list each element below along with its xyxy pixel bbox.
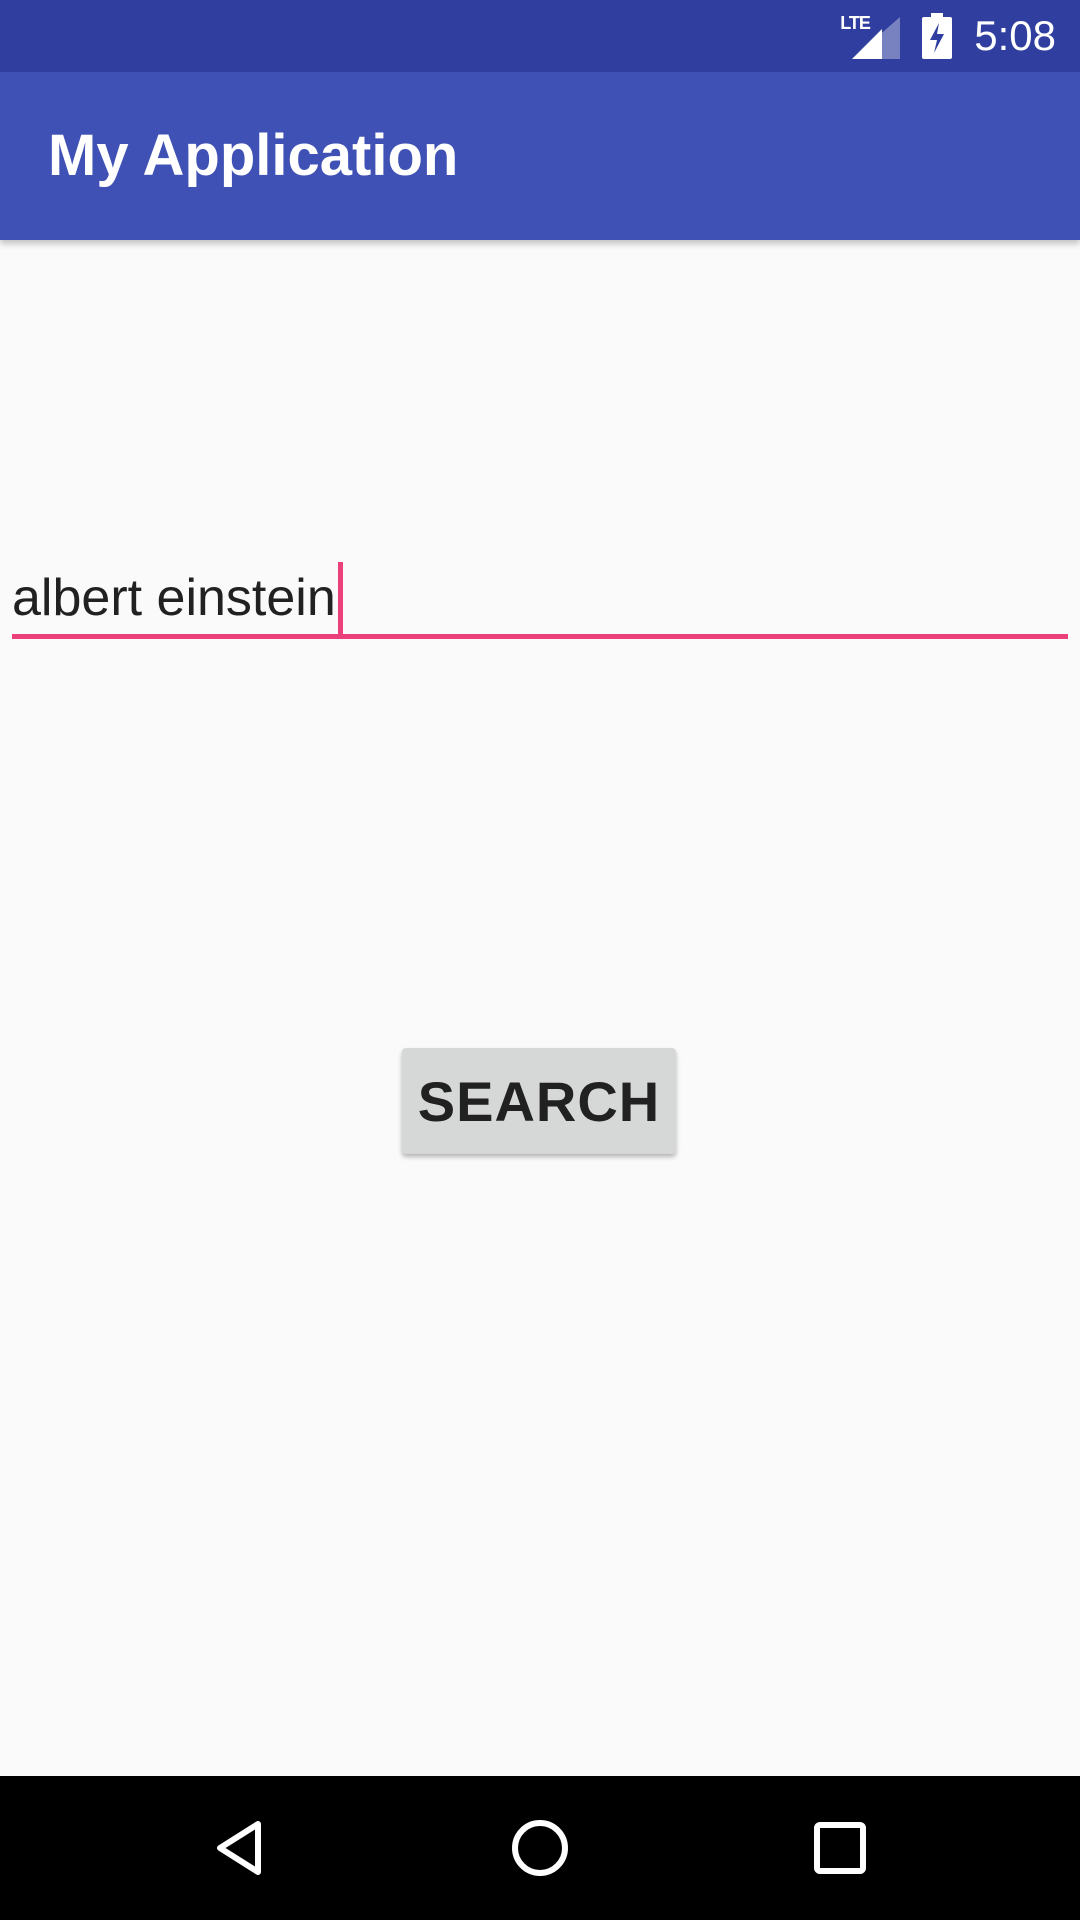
status-bar: LTE 5:08: [0, 0, 1080, 72]
back-icon: [217, 1821, 261, 1875]
search-button-label: SEARCH: [417, 1069, 661, 1133]
text-cursor: [337, 562, 343, 634]
search-button[interactable]: SEARCH: [402, 1048, 676, 1154]
screen: LTE 5:08 My Application albert einstein: [0, 0, 1080, 1920]
app-title: My Application: [48, 123, 459, 188]
battery-charging-icon: [922, 13, 953, 59]
back-button[interactable]: [150, 1776, 330, 1920]
recents-button[interactable]: [750, 1776, 930, 1920]
search-input-text-wrap[interactable]: albert einstein: [12, 562, 343, 634]
recents-icon: [814, 1822, 866, 1874]
home-button[interactable]: [450, 1776, 630, 1920]
status-clock: 5:08: [974, 12, 1056, 59]
search-input[interactable]: albert einstein: [12, 548, 1068, 642]
navigation-bar: [0, 1776, 1080, 1920]
lte-signal-icon: LTE: [840, 13, 901, 59]
status-icons: LTE 5:08: [840, 0, 1056, 72]
home-icon: [512, 1820, 568, 1876]
app-bar: My Application: [0, 72, 1080, 240]
search-input-underline: [12, 634, 1068, 639]
search-input-value[interactable]: albert einstein: [12, 567, 336, 629]
signal-strength-icon: [852, 17, 901, 59]
